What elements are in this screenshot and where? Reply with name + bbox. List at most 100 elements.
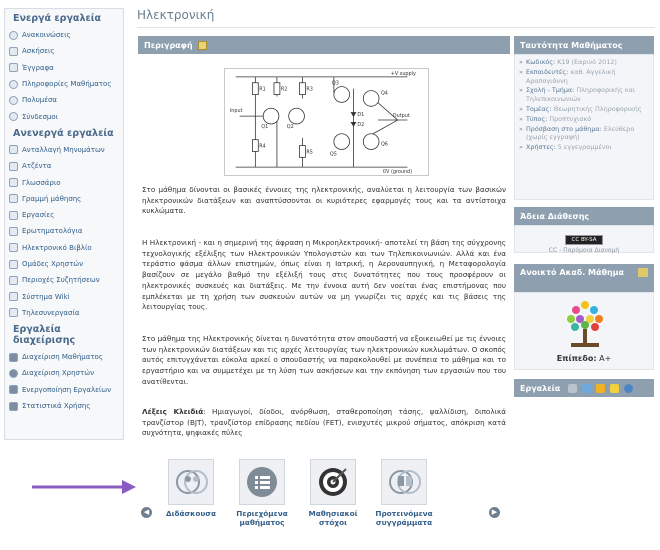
sidebar-item-ebook[interactable]: Ηλεκτρονικό Βιβλίο [5, 240, 123, 256]
shortcut-contents-label-1: Περιεχόμενα [236, 509, 288, 518]
rss-icon[interactable] [596, 383, 606, 393]
toggle-icon [9, 385, 18, 395]
circuit-resistor-r5 [299, 145, 306, 158]
target-icon [319, 468, 347, 496]
title-divider [137, 27, 655, 28]
keywords: Λέξεις Κλειδιά: Ημιαγωγοί, δίοδοι, ανόρθ… [142, 407, 506, 439]
info-row-users: Χρήστες: 5 εγγεγραμμένοι [519, 143, 649, 152]
help-icon[interactable] [624, 383, 634, 393]
course-identity-header: Ταυτότητα Μαθήματος [514, 36, 654, 54]
sidebar-item-multimedia[interactable]: Πολυμέσα [5, 92, 123, 108]
course-identity-body: Κωδικός: Κ19 (Εαρινό 2012) Εκπαιδευτές: … [514, 54, 654, 200]
print-icon[interactable] [568, 383, 578, 393]
description-paragraph-1: Στο μάθημα δίνονται οι βασικές έννοιες τ… [142, 185, 506, 216]
circuit-label-ground: 0V (ground) [383, 169, 412, 175]
book-icon [9, 178, 18, 188]
list-icon [247, 467, 277, 497]
sidebar-item-links[interactable]: Σύνδεσμοι [5, 108, 123, 124]
users-icon [9, 368, 18, 378]
admin-tools-list: Διαχείριση Μαθήματος Διαχείριση Χρηστών … [5, 349, 123, 414]
document-icon [9, 63, 18, 73]
circuit-diode-d2 [350, 122, 357, 127]
circuit-label-q6: Q6 [381, 142, 388, 148]
circuit-diode-d1 [350, 112, 357, 118]
annotation-arrow [32, 480, 136, 494]
sidebar-item-exercises[interactable]: Ασκήσεις [5, 43, 123, 59]
cc-license-badge[interactable]: CC BY-SA [565, 235, 603, 245]
sidebar-item-documents[interactable]: Έγγραφα [5, 60, 123, 76]
circuit-label-input: Input [230, 108, 243, 114]
star-icon[interactable] [610, 383, 620, 393]
sidebar-item-course-info[interactable]: Πληροφορίες Μαθήματος [5, 76, 123, 92]
group-icon [9, 259, 18, 269]
shortcut-contents-label-2: μαθήματος [239, 518, 285, 527]
circuit-transistor-q4 [362, 90, 380, 107]
info-row-type: Τύπος: Προπτυχιακό [519, 115, 649, 124]
circuit-label-output: Output [393, 113, 410, 119]
stats-icon [9, 401, 18, 411]
image-icon[interactable] [582, 383, 592, 393]
sidebar-item-questionnaires[interactable]: Ερωτηματολόγια [5, 223, 123, 239]
teleconference-icon [9, 308, 18, 318]
sidebar-item-usage-stats[interactable]: Στατιστικά Χρήσης [5, 398, 123, 414]
chart-icon [9, 226, 18, 236]
description-header-label: Περιγραφή [144, 40, 193, 50]
forum-icon [9, 275, 18, 285]
sidebar-item-announcements[interactable]: Ανακοινώσεις [5, 27, 123, 43]
shortcut-learning-goals[interactable]: Μαθησιακοί στόχοι [303, 459, 363, 527]
carousel-next-button[interactable]: ▶ [489, 507, 500, 518]
sidebar-item-teleconference[interactable]: Τηλεσυνεργασία [5, 305, 123, 321]
multimedia-icon [9, 95, 18, 105]
sidebar-item-tool-activation[interactable]: Ενεργοποίηση Εργαλείων [5, 382, 123, 398]
circuit-transistor-q3 [333, 86, 350, 103]
globe-icon [9, 112, 18, 122]
sidebar-item-assignments[interactable]: Εργασίες [5, 207, 123, 223]
sidebar-item-course-admin[interactable]: Διαχείριση Μαθήματος [5, 349, 123, 365]
circuit-transistor-q1 [262, 107, 280, 125]
megaphone-icon [9, 30, 18, 40]
shortcut-course-contents[interactable]: Περιεχόμενα μαθήματος [232, 459, 292, 527]
active-tools-list: Ανακοινώσεις Ασκήσεις Έγγραφα Πληροφορίε… [5, 27, 123, 125]
info-row-sector: Τομέας: Θεωρητικής Πληροφορικής [519, 105, 649, 114]
license-header: Άδεια Διάθεσης [514, 207, 654, 225]
assignment-icon [9, 210, 18, 220]
active-tools-title: Ενεργά εργαλεία [13, 13, 101, 24]
info-icon [9, 79, 18, 89]
circuit-label-r2: R2 [281, 87, 288, 93]
shortcut-books-label-1: Προτεινόμενα [375, 509, 433, 518]
sidebar-item-user-groups[interactable]: Ομάδες Χρηστών [5, 256, 123, 272]
instructor-icon [176, 470, 208, 494]
info-row-department: Σχολή - Τμήμα: Πληροφορικής και Τηλεπικο… [519, 86, 649, 104]
circuit-resistor-r1 [252, 82, 259, 95]
course-level: Επίπεδο: A+ [556, 354, 612, 363]
circuit-resistor-r4 [252, 139, 259, 152]
description-paragraph-2: Η Ηλεκτρονική - και η σημερινή της άφρασ… [142, 238, 506, 312]
carousel-prev-button[interactable]: ◀ [141, 507, 152, 518]
open-course-header: Ανοικτό Ακαδ. Μάθημα [514, 264, 654, 292]
circuit-transistor-q2 [288, 107, 305, 125]
page-title: Ηλεκτρονική [137, 8, 215, 22]
shortcut-books-label-2: συγγράμματα [375, 518, 433, 527]
shortcut-goals-label-1: Μαθησιακοί [308, 509, 358, 518]
sidebar-item-wiki[interactable]: Σύστημα Wiki [5, 288, 123, 304]
shortcut-instructor-label: Διδάσκουσα [165, 509, 217, 518]
tools-icon [9, 352, 18, 362]
sidebar: Ενεργά εργαλεία Ανακοινώσεις Ασκήσεις Έγ… [4, 8, 124, 440]
shortcut-recommended-books[interactable]: Προτεινόμενα συγγράμματα [374, 459, 434, 527]
circuit-transistor-q5 [333, 133, 350, 150]
description-paragraph-3: Στο μάθημα της Ηλεκτρονικής δίνεται η δυ… [142, 334, 506, 386]
sidebar-item-agenda[interactable]: Ατζέντα [5, 158, 123, 174]
sidebar-item-forums[interactable]: Περιοχές Συζητήσεων [5, 272, 123, 288]
sidebar-item-user-admin[interactable]: Διαχείριση Χρηστών [5, 365, 123, 381]
edit-icon[interactable] [197, 40, 207, 50]
sidebar-item-learning-path[interactable]: Γραμμή μάθησης [5, 191, 123, 207]
shortcut-goals-label-2: στόχοι [319, 518, 347, 527]
description-body: Input Q1 Q2 Q3 Q4 Q5 Q6 D1 D2 R1 R2 R3 R… [138, 54, 510, 444]
circuit-label-r5: R5 [306, 149, 313, 155]
sidebar-item-messages[interactable]: Ανταλλαγή Μηνυμάτων [5, 142, 123, 158]
sidebar-item-glossary[interactable]: Γλωσσάριο [5, 174, 123, 190]
shortcut-instructor[interactable]: Διδάσκουσα [161, 459, 221, 518]
envelope-icon [9, 145, 18, 155]
license-text: CC - Παρόμοια Διανομή [548, 247, 620, 254]
pencil-icon [9, 46, 18, 56]
